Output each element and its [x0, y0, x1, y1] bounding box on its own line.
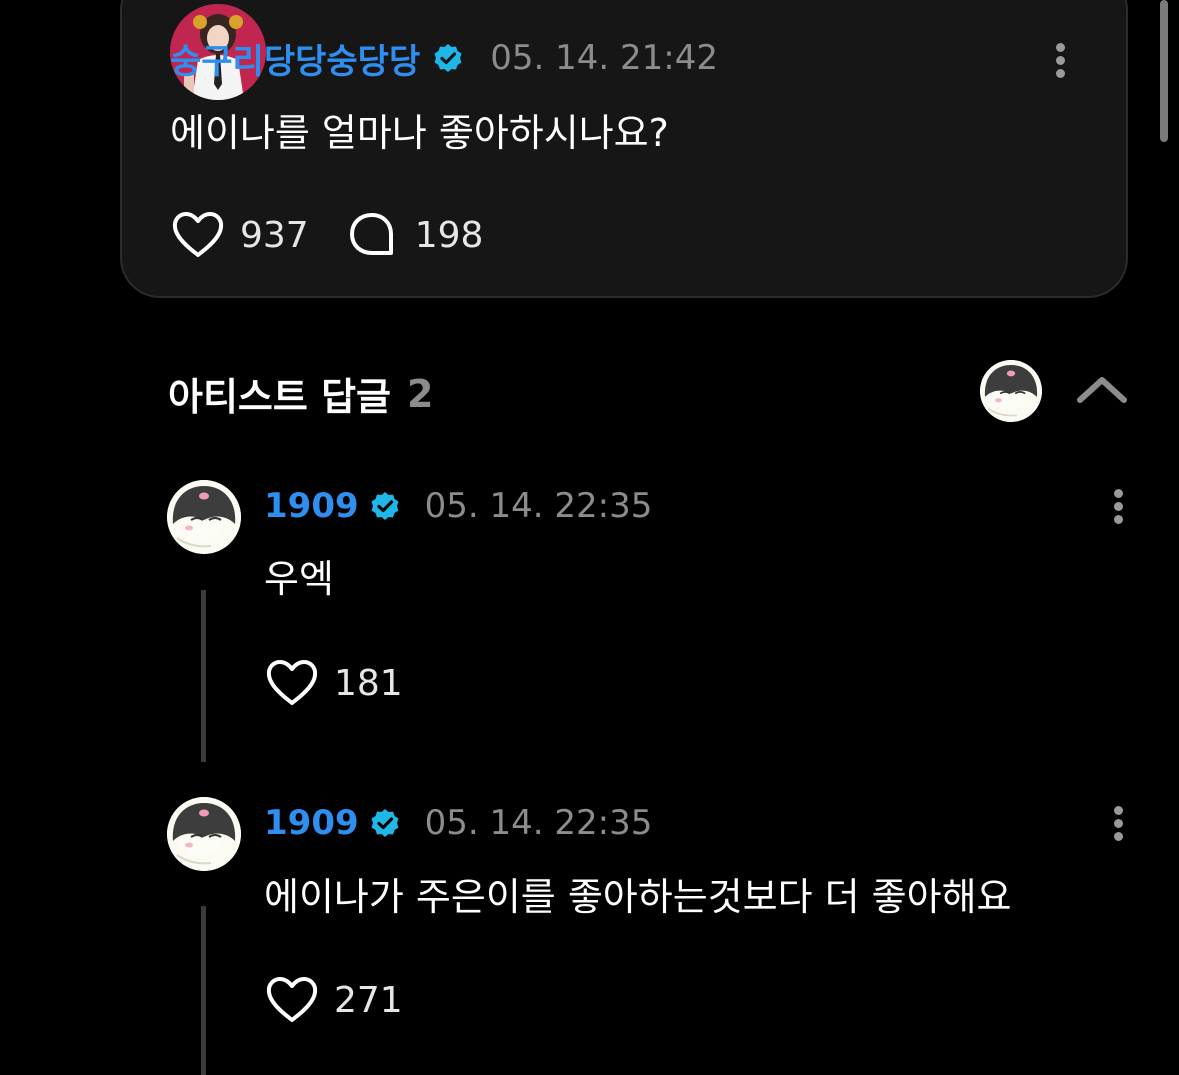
artist-avatar[interactable] [980, 360, 1042, 422]
artist-replies-count: 2 [407, 371, 434, 416]
reply-text: 우엑 [264, 557, 334, 601]
comment-button[interactable]: 198 [345, 210, 484, 260]
heart-icon [266, 660, 318, 705]
reply-more-options-icon[interactable] [1106, 486, 1130, 530]
post-author-row: 숭구리당당숭당당 05. 14. 21:42 [170, 34, 718, 83]
post-author-name[interactable]: 숭구리당당숭당당 [170, 34, 420, 83]
artist-replies-header: 아티스트 답글 2 [168, 366, 433, 421]
reply-author-avatar[interactable] [167, 480, 241, 554]
like-button[interactable]: 937 [170, 210, 309, 260]
thread-line [201, 590, 206, 762]
reply-author-name[interactable]: 1909 [264, 803, 359, 843]
reply-more-options-icon[interactable] [1106, 803, 1130, 847]
comment-count: 198 [414, 214, 484, 256]
reply-like-button[interactable]: 181 [264, 658, 403, 708]
scrollbar[interactable] [1160, 0, 1168, 142]
post-date: 05. 14. 21:42 [490, 38, 718, 78]
reply-date: 05. 14. 22:35 [424, 486, 653, 526]
reply-author-name[interactable]: 1909 [264, 486, 359, 526]
reply-author-row: 1909 05. 14. 22:35 [264, 484, 652, 528]
verified-badge-icon [434, 44, 462, 72]
reply-like-count: 181 [334, 662, 403, 704]
heart-icon [266, 977, 318, 1022]
thread-line [201, 906, 206, 1075]
reply-date: 05. 14. 22:35 [424, 803, 653, 843]
verified-badge-icon [371, 492, 399, 520]
post-actions: 937 198 [170, 210, 519, 260]
like-count: 937 [240, 214, 309, 256]
post-text: 에이나를 얼마나 좋아하시나요? [170, 111, 669, 155]
post-more-options-icon[interactable] [1048, 40, 1072, 84]
artist-replies-title: 아티스트 답글 [168, 375, 391, 419]
page: 숭구리당당숭당당 05. 14. 21:42 에이나를 얼마나 좋아하시나요? … [0, 0, 1179, 1075]
comment-icon [349, 213, 393, 255]
post-card: 숭구리당당숭당당 05. 14. 21:42 에이나를 얼마나 좋아하시나요? … [120, 0, 1128, 298]
heart-icon [172, 212, 224, 257]
chevron-up-icon[interactable] [1072, 368, 1132, 412]
reply-author-row: 1909 05. 14. 22:35 [264, 801, 652, 845]
reply-like-count: 271 [334, 979, 403, 1021]
reply-author-avatar[interactable] [167, 797, 241, 871]
verified-badge-icon [371, 809, 399, 837]
reply-text: 에이나가 주은이를 좋아하는것보다 더 좋아해요 [264, 875, 1012, 919]
reply-like-button[interactable]: 271 [264, 975, 403, 1025]
